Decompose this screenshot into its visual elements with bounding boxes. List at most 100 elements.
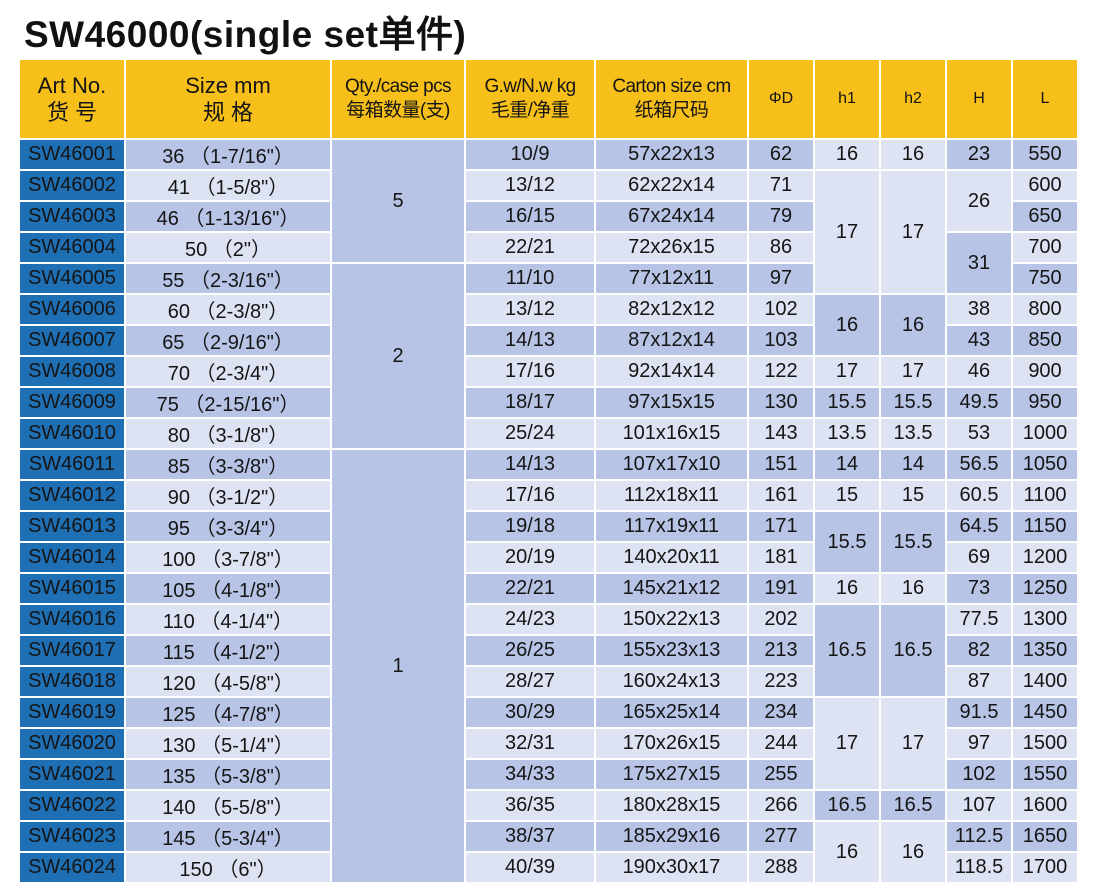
h2-cell: 16 bbox=[881, 140, 945, 169]
h1-cell: 17 bbox=[815, 357, 879, 386]
h1-cell: 13.5 bbox=[815, 419, 879, 448]
phid-cell: 151 bbox=[749, 450, 813, 479]
table-body: SW46001 36 （1-7/16"） 5 10/9 57x22x13 62 16 16 23… bbox=[20, 140, 1077, 882]
phid-cell: 213 bbox=[749, 636, 813, 665]
weight-cell: 10/9 bbox=[466, 140, 594, 169]
carton-cell: 170x26x15 bbox=[596, 729, 747, 758]
size-cell: 125 （4-7/8"） bbox=[126, 698, 330, 727]
H-cell: 107 bbox=[947, 791, 1011, 820]
size-cell: 65 （2-9/16"） bbox=[126, 326, 330, 355]
qty-cell: 2 bbox=[332, 264, 464, 448]
H-cell: 77.5 bbox=[947, 605, 1011, 634]
h1-cell: 14 bbox=[815, 450, 879, 479]
art-no-cell: SW46012 bbox=[20, 481, 124, 510]
art-no-cell: SW46006 bbox=[20, 295, 124, 324]
art-no-cell: SW46022 bbox=[20, 791, 124, 820]
weight-cell: 17/16 bbox=[466, 481, 594, 510]
phid-cell: 103 bbox=[749, 326, 813, 355]
carton-cell: 82x12x12 bbox=[596, 295, 747, 324]
phid-cell: 130 bbox=[749, 388, 813, 417]
h2-cell: 13.5 bbox=[881, 419, 945, 448]
carton-cell: 150x22x13 bbox=[596, 605, 747, 634]
H-cell: 73 bbox=[947, 574, 1011, 603]
h2-cell: 16 bbox=[881, 574, 945, 603]
weight-cell: 28/27 bbox=[466, 667, 594, 696]
H-cell: 91.5 bbox=[947, 698, 1011, 727]
weight-cell: 34/33 bbox=[466, 760, 594, 789]
table-row: SW46012 90 （3-1/2"） 17/16 112x18x11 161 15 15 6… bbox=[20, 481, 1077, 510]
H-cell: 64.5 bbox=[947, 512, 1011, 541]
qty-cell: 1 bbox=[332, 450, 464, 882]
weight-cell: 19/18 bbox=[466, 512, 594, 541]
h2-cell: 15.5 bbox=[881, 512, 945, 572]
L-cell: 900 bbox=[1013, 357, 1077, 386]
size-cell: 105 （4-1/8"） bbox=[126, 574, 330, 603]
h1-cell: 17 bbox=[815, 698, 879, 789]
L-cell: 1650 bbox=[1013, 822, 1077, 851]
L-cell: 700 bbox=[1013, 233, 1077, 262]
h1-cell: 16.5 bbox=[815, 605, 879, 696]
art-no-cell: SW46014 bbox=[20, 543, 124, 572]
phid-cell: 122 bbox=[749, 357, 813, 386]
art-no-cell: SW46021 bbox=[20, 760, 124, 789]
table-row: SW46011 85 （3-3/8"） 1 14/13 107x17x10 151 14 14… bbox=[20, 450, 1077, 882]
H-cell: 102 bbox=[947, 760, 1011, 789]
weight-cell: 20/19 bbox=[466, 543, 594, 572]
carton-cell: 155x23x13 bbox=[596, 636, 747, 665]
table-row: SW46008 70 （2-3/4"） 17/16 92x14x14 122 17 17 46… bbox=[20, 357, 1077, 386]
size-cell: 80 （3-1/8"） bbox=[126, 419, 330, 448]
art-no-cell: SW46008 bbox=[20, 357, 124, 386]
h2-cell: 17 bbox=[881, 698, 945, 789]
art-no-cell: SW46001 bbox=[20, 140, 124, 169]
phid-cell: 143 bbox=[749, 419, 813, 448]
size-cell: 130 （5-1/4"） bbox=[126, 729, 330, 758]
table-row: SW46009 75 （2-15/16"） 18/17 97x15x15 130 15.5… bbox=[20, 388, 1077, 417]
size-cell: 85 （3-3/8"） bbox=[126, 450, 330, 479]
weight-cell: 13/12 bbox=[466, 171, 594, 200]
L-cell: 1600 bbox=[1013, 791, 1077, 820]
h1-cell: 15.5 bbox=[815, 388, 879, 417]
col-header-carton: Carton size cm 纸箱尺码 bbox=[596, 60, 747, 138]
carton-cell: 67x24x14 bbox=[596, 202, 747, 231]
art-no-cell: SW46019 bbox=[20, 698, 124, 727]
size-cell: 41 （1-5/8"） bbox=[126, 171, 330, 200]
H-cell: 60.5 bbox=[947, 481, 1011, 510]
h1-cell: 16 bbox=[815, 140, 879, 169]
size-cell: 70 （2-3/4"） bbox=[126, 357, 330, 386]
phid-cell: 86 bbox=[749, 233, 813, 262]
col-header-H: H bbox=[947, 60, 1011, 138]
phid-cell: 62 bbox=[749, 140, 813, 169]
L-cell: 1550 bbox=[1013, 760, 1077, 789]
L-cell: 750 bbox=[1013, 264, 1077, 293]
carton-cell: 57x22x13 bbox=[596, 140, 747, 169]
weight-cell: 38/37 bbox=[466, 822, 594, 851]
weight-cell: 17/16 bbox=[466, 357, 594, 386]
carton-cell: 175x27x15 bbox=[596, 760, 747, 789]
art-no-cell: SW46023 bbox=[20, 822, 124, 851]
L-cell: 800 bbox=[1013, 295, 1077, 324]
L-cell: 1150 bbox=[1013, 512, 1077, 541]
table-row: SW46006 60 （2-3/8"） 13/12 82x12x12 102 16 16 38… bbox=[20, 295, 1077, 355]
L-cell: 1300 bbox=[1013, 605, 1077, 634]
phid-cell: 223 bbox=[749, 667, 813, 696]
weight-cell: 24/23 bbox=[466, 605, 594, 634]
phid-cell: 277 bbox=[749, 822, 813, 851]
H-cell: 56.5 bbox=[947, 450, 1011, 479]
H-cell: 97 bbox=[947, 729, 1011, 758]
h2-cell: 15 bbox=[881, 481, 945, 510]
table-row: SW46013 95 （3-3/4"） 19/18 117x19x11 171 15.5 1… bbox=[20, 512, 1077, 572]
art-no-cell: SW46015 bbox=[20, 574, 124, 603]
col-header-h1: h1 bbox=[815, 60, 879, 138]
size-cell: 145 （5-3/4"） bbox=[126, 822, 330, 851]
weight-cell: 36/35 bbox=[466, 791, 594, 820]
phid-cell: 71 bbox=[749, 171, 813, 200]
size-cell: 46 （1-13/16"） bbox=[126, 202, 330, 231]
phid-cell: 161 bbox=[749, 481, 813, 510]
table-row: SW46001 36 （1-7/16"） 5 10/9 57x22x13 62 16 16 23… bbox=[20, 140, 1077, 262]
size-cell: 55 （2-3/16"） bbox=[126, 264, 330, 293]
size-cell: 135 （5-3/8"） bbox=[126, 760, 330, 789]
art-no-cell: SW46011 bbox=[20, 450, 124, 479]
col-header-phid: ΦD bbox=[749, 60, 813, 138]
table-row: SW46023 145 （5-3/4"） 38/37 185x29x16 277 16 16… bbox=[20, 822, 1077, 882]
carton-cell: 160x24x13 bbox=[596, 667, 747, 696]
